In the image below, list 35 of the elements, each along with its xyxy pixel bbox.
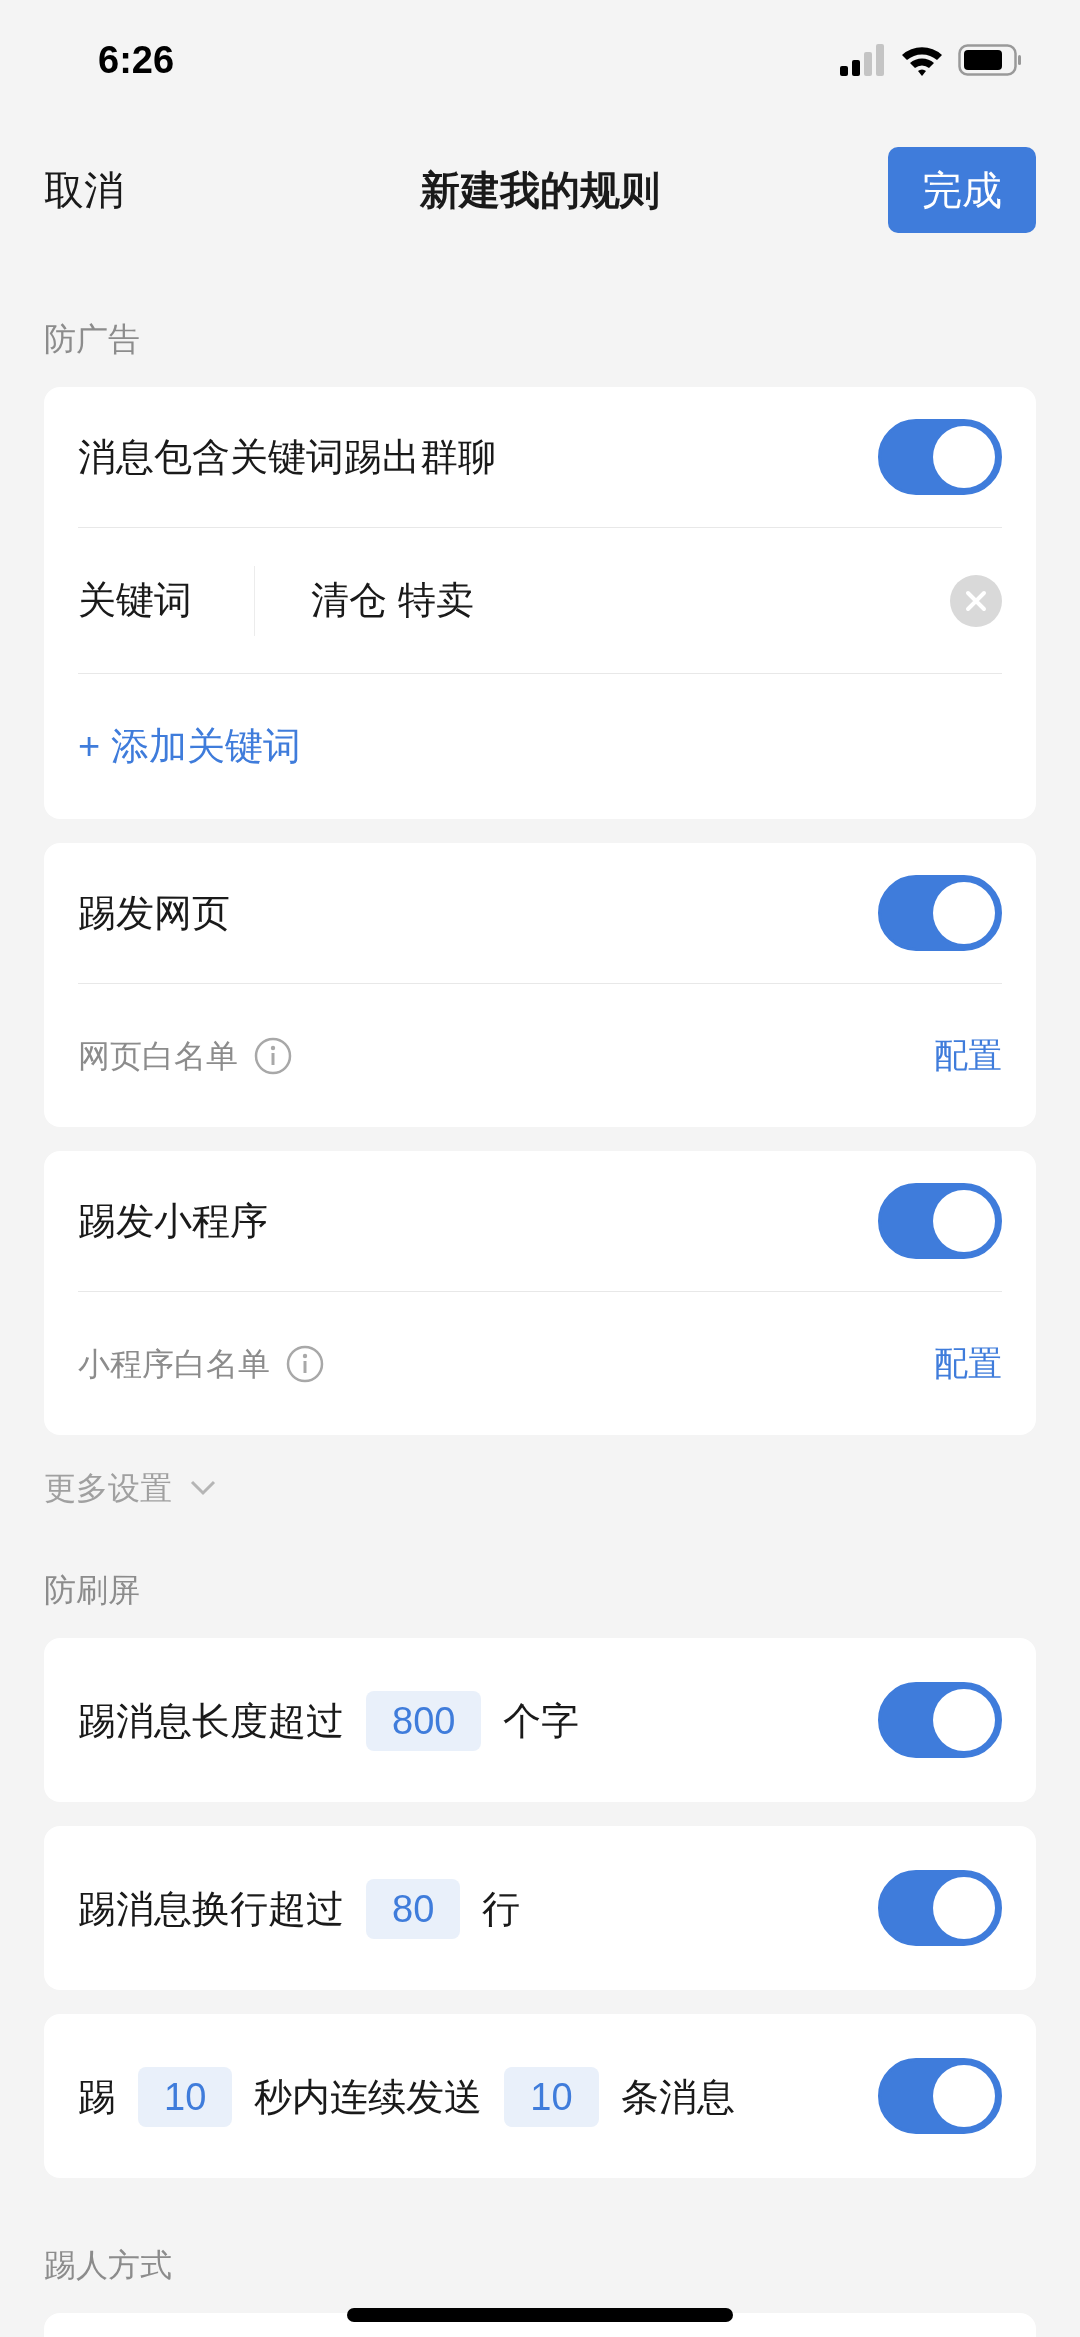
rule-text: 行: [482, 1888, 521, 1930]
configure-link[interactable]: 配置: [934, 1030, 1002, 1081]
whitelist-label: 小程序白名单: [78, 1344, 270, 1384]
number-field[interactable]: 10: [504, 2067, 599, 2127]
keyword-field[interactable]: 清仓 特卖: [311, 572, 950, 629]
status-time: 6:26: [98, 37, 175, 83]
more-settings-button[interactable]: 更多设置: [44, 1464, 216, 1512]
signal-icon: [840, 44, 886, 76]
setting-label: 踢发网页: [78, 890, 230, 936]
add-keyword-link[interactable]: + 添加关键词: [78, 718, 301, 775]
cancel-button[interactable]: 取消: [44, 160, 124, 220]
rule-text: 踢消息换行超过: [78, 1888, 344, 1930]
rule-text: 踢: [78, 2076, 116, 2118]
number-field[interactable]: 800: [366, 1691, 482, 1751]
wifi-icon: [900, 44, 944, 76]
setting-label: 消息包含关键词踢出群聊: [78, 434, 496, 480]
page-title: 新建我的规则: [420, 167, 660, 214]
setting-label: 踢发小程序: [78, 1198, 268, 1244]
keyword-label: 关键词: [78, 578, 193, 623]
rule-text: 秒内连续发送: [254, 2076, 483, 2118]
rule-text: 条消息: [620, 2076, 735, 2118]
section-header: 防广告: [44, 319, 140, 359]
number-field[interactable]: 80: [366, 1879, 461, 1939]
battery-icon: [958, 44, 1022, 76]
configure-link[interactable]: 配置: [934, 1338, 1002, 1389]
info-icon[interactable]: [254, 1036, 292, 1075]
rule-text: 踢消息长度超过: [78, 1700, 344, 1742]
info-icon[interactable]: [286, 1344, 324, 1383]
rule-text: 个字: [503, 1700, 580, 1742]
chevron-icon: [190, 1480, 216, 1496]
section-header: 踢人方式: [44, 2245, 172, 2285]
done-button[interactable]: 完成: [888, 147, 1036, 233]
section-header: 防刷屏: [44, 1570, 140, 1610]
number-field[interactable]: 10: [138, 2067, 233, 2127]
whitelist-label: 网页白名单: [78, 1036, 238, 1076]
